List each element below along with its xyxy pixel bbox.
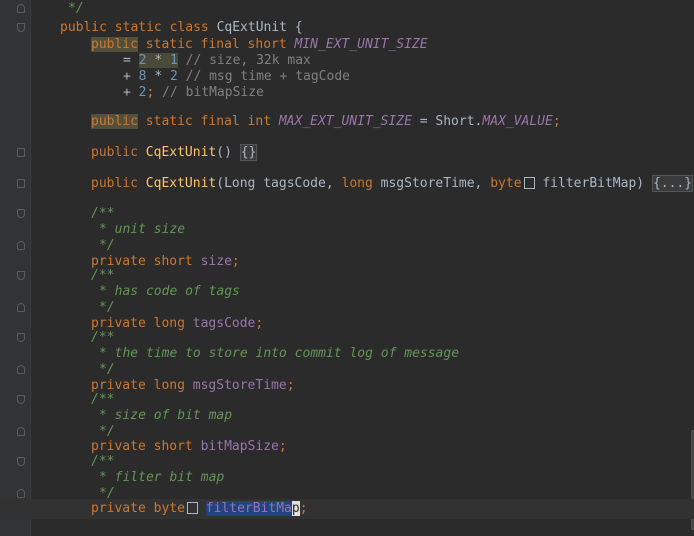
fold-collapsed-icon[interactable] — [17, 179, 25, 188]
operator: + — [123, 69, 131, 84]
code-line: */ — [0, 0, 694, 19]
doc-comment: * size of bit map — [99, 408, 233, 423]
keyword: long — [341, 176, 373, 191]
constructor-name: CqExtUnit — [145, 145, 217, 160]
fold-start-icon[interactable] — [17, 395, 25, 404]
semicolon: ; — [299, 501, 308, 516]
keyword: byte — [490, 176, 522, 191]
fold-end-icon[interactable] — [17, 303, 25, 312]
doc-comment: * has code of tags — [99, 284, 240, 299]
semicolon: ; — [552, 114, 561, 129]
fold-start-icon[interactable] — [17, 333, 25, 342]
doc-comment: * unit size — [99, 222, 186, 237]
fold-end-icon[interactable] — [17, 365, 25, 374]
doc-comment: * the time to store into commit log of m… — [99, 346, 460, 361]
keyword: int — [247, 114, 272, 129]
class-name: CqExtUnit — [216, 20, 288, 35]
keyword: private — [91, 501, 146, 516]
parenthesis: ( — [216, 176, 225, 191]
constant-name: MIN_EXT_UNIT_SIZE — [294, 37, 428, 52]
param-name: tagsCode, — [263, 176, 334, 191]
code-line: public CqExtUnit(Long tagsCode, long msg… — [0, 174, 694, 194]
param-name: filterBitMap) — [542, 176, 645, 191]
fold-start-icon[interactable] — [17, 271, 25, 280]
fold-end-icon[interactable] — [17, 489, 25, 498]
line-comment: // bitMapSize — [162, 85, 264, 100]
array-brackets-icon — [523, 177, 535, 189]
line-comment: // size, 32k max — [185, 53, 311, 68]
fold-start-icon[interactable] — [17, 209, 25, 218]
constructor-name: CqExtUnit — [145, 176, 217, 191]
keyword: public — [91, 114, 138, 129]
folded-code-placeholder[interactable]: {...} — [651, 175, 694, 192]
fold-start-icon[interactable] — [17, 457, 25, 466]
folded-code-placeholder[interactable]: {} — [239, 144, 258, 161]
operator: = — [419, 114, 428, 129]
param-type: Long — [224, 176, 256, 191]
code-line: public static final int MAX_EXT_UNIT_SIZ… — [0, 112, 694, 132]
doc-comment: /** — [91, 392, 115, 407]
param-name: msgStoreTime, — [380, 176, 483, 191]
operator: = — [123, 53, 131, 68]
keyword: public — [91, 176, 138, 191]
doc-comment: * filter bit map — [99, 470, 225, 485]
doc-comment: /** — [91, 454, 115, 469]
doc-comment: */ — [68, 1, 84, 16]
doc-comment: /** — [91, 268, 115, 283]
fold-end-icon[interactable] — [17, 241, 25, 250]
field-name-selected[interactable]: filterBitMa — [205, 501, 292, 516]
array-brackets-icon — [186, 502, 198, 514]
keyword: short — [247, 37, 287, 52]
doc-comment: */ — [99, 362, 115, 377]
constant-name: MAX_EXT_UNIT_SIZE — [278, 114, 412, 129]
line-comment: // msg time + tagCode — [185, 69, 350, 84]
keyword: static — [114, 20, 162, 35]
number-literal: 2 — [169, 69, 178, 84]
doc-comment: /** — [91, 330, 115, 345]
code-line: + 2; // bitMapSize — [0, 83, 694, 103]
number-literal: 8 — [138, 69, 147, 84]
doc-comment: /** — [91, 206, 115, 221]
fold-start-icon[interactable] — [17, 23, 25, 32]
fold-end-icon[interactable] — [17, 4, 25, 13]
number-literal: 1 — [169, 53, 178, 68]
code-editor[interactable]: */ public static class CqExtUnit { publi… — [0, 0, 694, 536]
operator: * — [154, 69, 163, 84]
keyword: public — [91, 145, 138, 160]
keyword: public — [91, 37, 138, 52]
parentheses: () — [216, 145, 232, 160]
keyword: class — [169, 20, 209, 35]
brace: { — [294, 20, 303, 35]
text-caret: p — [291, 501, 300, 516]
keyword: static final — [145, 37, 240, 52]
current-code-line[interactable]: private byte filterBitMap; — [0, 499, 694, 519]
semicolon: ; — [146, 85, 155, 100]
keyword: static final — [145, 114, 240, 129]
fold-end-icon[interactable] — [17, 427, 25, 436]
keyword: public — [60, 20, 107, 35]
doc-comment: */ — [99, 300, 115, 315]
keyword: byte — [153, 501, 185, 516]
doc-comment: */ — [99, 238, 115, 253]
fold-collapsed-icon[interactable] — [17, 148, 25, 157]
operator: * — [154, 53, 163, 68]
constant-reference: MAX_VALUE — [482, 114, 553, 129]
operator: + — [123, 85, 131, 100]
code-line: public CqExtUnit() {} — [0, 143, 694, 163]
class-reference: Short. — [435, 114, 483, 129]
